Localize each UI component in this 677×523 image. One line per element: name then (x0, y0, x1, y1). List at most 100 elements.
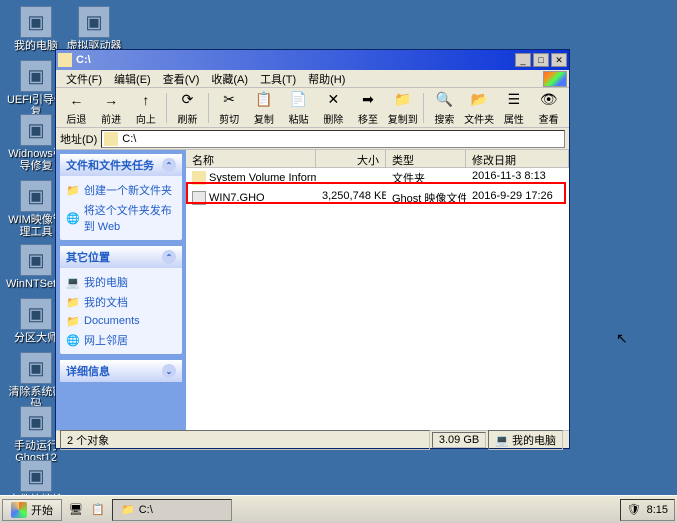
chevron-up-icon: ⌃ (162, 158, 176, 172)
file-list-pane: 名称 大小 类型 修改日期 System Volume Information文… (186, 150, 569, 430)
other-places-panel: 其它位置 ⌃ 💻我的电脑📁我的文档📁Documents🌐网上邻居 (60, 246, 182, 354)
app-icon: ▣ (78, 6, 110, 38)
toolbar-向上-button[interactable]: ↑向上 (129, 90, 162, 126)
close-button[interactable]: ✕ (551, 53, 567, 67)
drive-icon (104, 132, 118, 146)
sidebar-task-item[interactable]: 💻我的电脑 (66, 272, 176, 292)
status-count: 2 个对象 (60, 430, 430, 450)
panel-header[interactable]: 其它位置 ⌃ (60, 246, 182, 268)
ql-icon[interactable]: 📋 (88, 500, 108, 520)
sidebar-task-item[interactable]: 🌐网上邻居 (66, 330, 176, 350)
app-icon: ▣ (20, 6, 52, 38)
menu-item[interactable]: 帮助(H) (302, 69, 351, 89)
clock[interactable]: 8:15 (647, 504, 668, 516)
details-panel: 详细信息 ⌄ (60, 360, 182, 382)
toolbar-属性-button[interactable]: ☰属性 (498, 90, 531, 126)
column-headers: 名称 大小 类型 修改日期 (186, 150, 569, 168)
maximize-button[interactable]: □ (533, 53, 549, 67)
show-desktop-icon[interactable]: 🖥 (66, 500, 86, 520)
column-name[interactable]: 名称 (186, 150, 316, 167)
toolbar-icon: 📂 (469, 90, 489, 110)
status-location: 💻 我的电脑 (488, 430, 563, 450)
status-size: 3.09 GB (432, 432, 486, 448)
toolbar-icon: ← (66, 90, 86, 110)
toolbar-icon: 🔍 (434, 90, 454, 110)
taskbar: 开始 🖥 📋 📁 C:\ 🛡 8:15 (0, 495, 677, 523)
toolbar-刷新-button[interactable]: ⟳刷新 (171, 90, 204, 126)
task-icon: 💻 (66, 275, 80, 289)
toolbar-icon: ⟳ (177, 90, 197, 110)
sidebar-task-item[interactable]: 🌐将这个文件夹发布到 Web (66, 200, 176, 236)
folder-icon (192, 171, 206, 185)
tray-icon[interactable]: 🛡 (627, 503, 641, 516)
app-icon: ▣ (20, 180, 52, 212)
column-type[interactable]: 类型 (386, 150, 466, 167)
sidebar-task-item[interactable]: 📁我的文档 (66, 292, 176, 312)
tasks-sidebar: 文件和文件夹任务 ⌃ 📁创建一个新文件夹🌐将这个文件夹发布到 Web 其它位置 … (56, 150, 186, 430)
task-icon: 📁 (66, 314, 80, 328)
toolbar-icon: 👁 (539, 90, 559, 110)
titlebar[interactable]: C:\ _ □ ✕ (56, 50, 569, 70)
address-label: 地址(D) (60, 131, 97, 147)
chevron-up-icon: ⌃ (162, 250, 176, 264)
toolbar-粘贴-button[interactable]: 📄粘贴 (282, 90, 315, 126)
menubar: 文件(F)编辑(E)查看(V)收藏(A)工具(T)帮助(H) (56, 70, 569, 88)
sidebar-task-item[interactable]: 📁创建一个新文件夹 (66, 180, 176, 200)
toolbar-icon: ➡ (358, 90, 378, 110)
task-icon: 📁 (66, 295, 80, 309)
taskbar-task[interactable]: 📁 C:\ (112, 499, 232, 521)
app-icon: ▣ (20, 244, 52, 276)
file-tasks-panel: 文件和文件夹任务 ⌃ 📁创建一个新文件夹🌐将这个文件夹发布到 Web (60, 154, 182, 240)
menu-item[interactable]: 收藏(A) (205, 69, 254, 89)
toolbar-前进-button[interactable]: →前进 (95, 90, 128, 126)
toolbar-删除-button[interactable]: ✕删除 (317, 90, 350, 126)
toolbar: ←后退→前进↑向上 ⟳刷新 ✂剪切📋复制📄粘贴✕删除➡移至📁复制到 🔍搜索📂文件夹☰属… (56, 88, 569, 128)
address-value: C:\ (122, 133, 136, 145)
quick-launch: 🖥 📋 (66, 500, 108, 520)
file-row[interactable]: System Volume Information文件夹2016-11-3 8:… (186, 168, 569, 188)
window-title: C:\ (76, 54, 515, 66)
task-icon: 🌐 (66, 211, 80, 225)
toolbar-icon: ☰ (504, 90, 524, 110)
menu-item[interactable]: 工具(T) (254, 69, 302, 89)
desktop-icon[interactable]: ▣我的电脑 (6, 6, 66, 52)
panel-header[interactable]: 详细信息 ⌄ (60, 360, 182, 382)
explorer-window: C:\ _ □ ✕ 文件(F)编辑(E)查看(V)收藏(A)工具(T)帮助(H)… (55, 49, 570, 449)
toolbar-icon: ✂ (219, 90, 239, 110)
toolbar-后退-button[interactable]: ←后退 (60, 90, 93, 126)
toolbar-查看-button[interactable]: 👁查看 (532, 90, 565, 126)
file-icon (192, 191, 206, 205)
task-icon: 📁 (66, 183, 80, 197)
toolbar-icon: 📋 (254, 90, 274, 110)
menu-item[interactable]: 文件(F) (60, 69, 108, 89)
sidebar-task-item[interactable]: 📁Documents (66, 312, 176, 330)
minimize-button[interactable]: _ (515, 53, 531, 67)
menu-item[interactable]: 查看(V) (157, 69, 206, 89)
app-icon: ▣ (20, 60, 52, 92)
task-icon: 🌐 (66, 333, 80, 347)
column-size[interactable]: 大小 (316, 150, 386, 167)
toolbar-复制-button[interactable]: 📋复制 (247, 90, 280, 126)
folder-icon: 📁 (121, 503, 135, 516)
file-row[interactable]: WIN7.GHO3,250,748 KBGhost 映像文件2016-9-29 … (186, 188, 569, 208)
toolbar-icon: ✕ (323, 90, 343, 110)
toolbar-移至-button[interactable]: ➡移至 (352, 90, 385, 126)
toolbar-搜索-button[interactable]: 🔍搜索 (428, 90, 461, 126)
column-date[interactable]: 修改日期 (466, 150, 569, 167)
start-button[interactable]: 开始 (2, 499, 62, 521)
desktop-icon[interactable]: ▣虚拟驱动器 (64, 6, 124, 52)
app-icon: ▣ (20, 460, 52, 492)
toolbar-文件夹-button[interactable]: 📂文件夹 (463, 90, 496, 126)
toolbar-剪切-button[interactable]: ✂剪切 (213, 90, 246, 126)
toolbar-复制到-button[interactable]: 📁复制到 (386, 90, 419, 126)
toolbar-icon: ↑ (136, 90, 156, 110)
toolbar-icon: → (101, 90, 121, 110)
windows-logo-icon (543, 71, 567, 87)
menu-item[interactable]: 编辑(E) (108, 69, 157, 89)
app-icon: ▣ (20, 114, 52, 146)
toolbar-icon: 📄 (289, 90, 309, 110)
address-input[interactable]: C:\ (101, 130, 565, 148)
app-icon: ▣ (20, 352, 52, 384)
panel-header[interactable]: 文件和文件夹任务 ⌃ (60, 154, 182, 176)
chevron-down-icon: ⌄ (162, 364, 176, 378)
